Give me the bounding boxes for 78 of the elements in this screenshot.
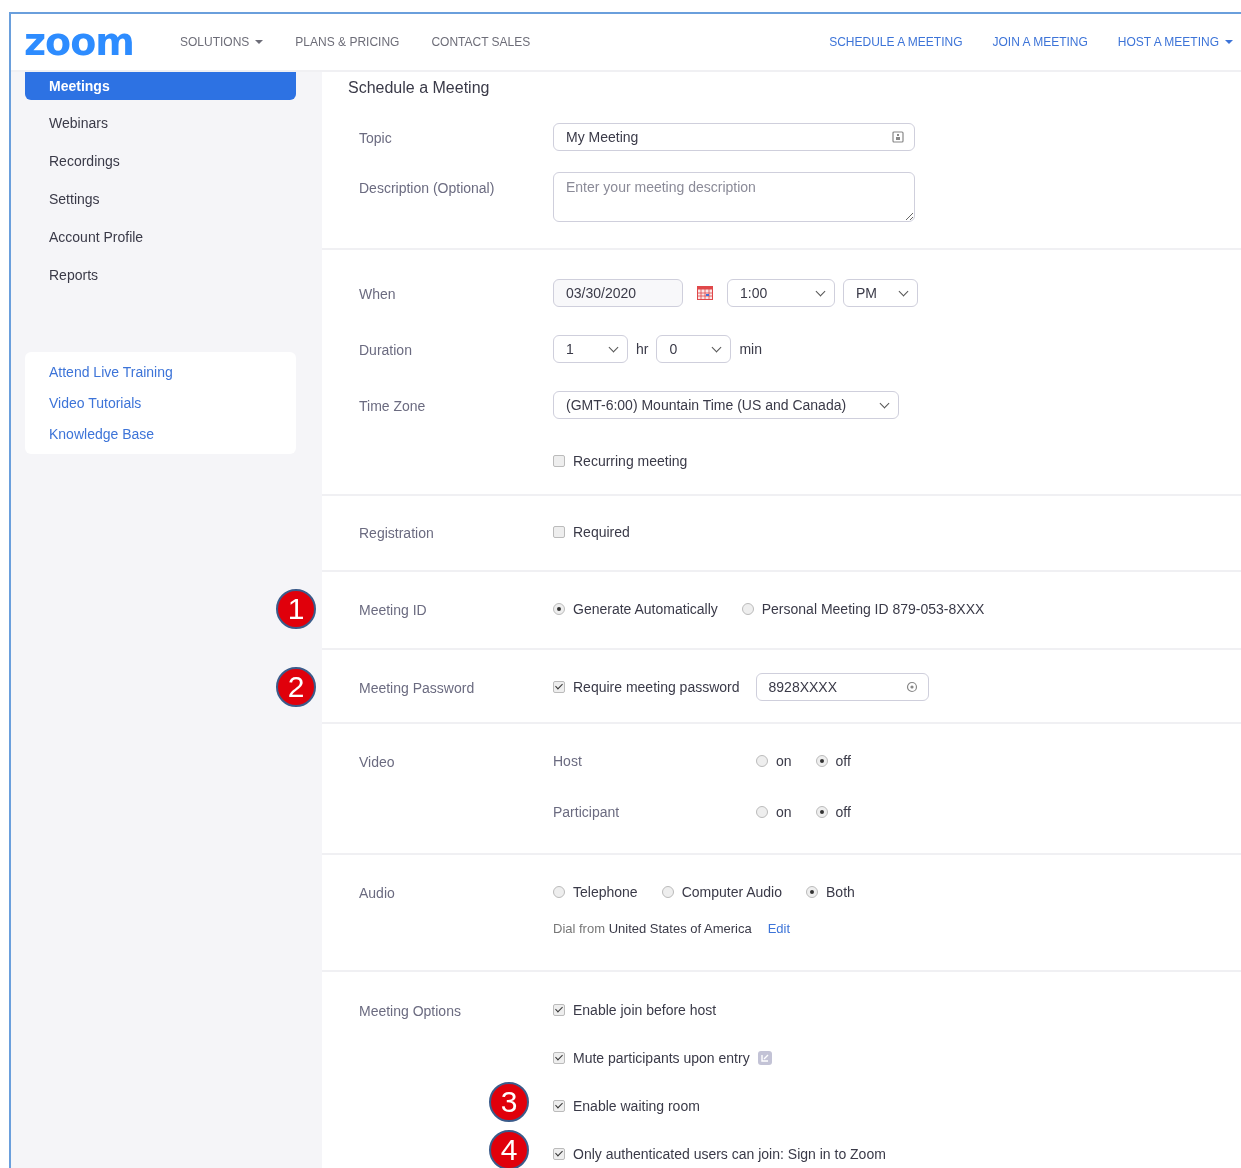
field-label: When xyxy=(359,286,396,302)
checkbox-label: Enable waiting room xyxy=(573,1098,700,1114)
help-link[interactable]: Attend Live Training xyxy=(49,364,272,380)
time-zone-select[interactable]: (GMT-6:00) Mountain Time (US and Canada) xyxy=(553,391,899,419)
radio-button[interactable] xyxy=(756,755,768,767)
topic-field[interactable]: My Meeting xyxy=(553,123,915,151)
checkbox-label: Require meeting password xyxy=(573,679,740,695)
number-badge: 3 xyxy=(489,1082,529,1122)
edit-link[interactable]: Edit xyxy=(767,920,791,936)
radio-button[interactable] xyxy=(815,755,828,767)
checkbox-label: Mute participants upon entry xyxy=(573,1050,750,1066)
field-label: Meeting ID xyxy=(359,602,427,618)
page-title: Schedule a Meeting xyxy=(347,78,491,98)
radio-label: on xyxy=(776,804,792,820)
password-field[interactable]: 8928XXXX xyxy=(755,673,929,701)
field-label: Time Zone xyxy=(359,398,426,414)
description-field[interactable]: Enter your meeting description xyxy=(553,172,915,222)
ampm-select[interactable]: PM xyxy=(843,279,918,307)
sidebar-item[interactable]: Recordings xyxy=(25,142,296,180)
radio-button[interactable] xyxy=(815,806,828,818)
checkbox[interactable] xyxy=(553,681,565,693)
radio-label: Computer Audio xyxy=(681,884,783,900)
field-label: Meeting Password xyxy=(359,680,475,696)
field-label: Topic xyxy=(359,130,392,146)
nav-link[interactable]: CONTACT SALES xyxy=(431,35,531,49)
calendar-icon[interactable] xyxy=(697,286,713,300)
sidebar-item[interactable]: Webinars xyxy=(25,104,296,142)
radio-button[interactable] xyxy=(553,603,565,615)
field-label: Audio xyxy=(359,885,395,901)
nav-link[interactable]: SCHEDULE A MEETING xyxy=(829,35,963,49)
nav-link[interactable]: PLANS & PRICING xyxy=(295,35,400,49)
hours-select[interactable]: 1 xyxy=(553,335,628,363)
dial-in-note: Dial from United States of America xyxy=(553,920,752,936)
radio-label: Telephone xyxy=(573,884,638,900)
radio-label: off xyxy=(835,753,851,769)
radio-button[interactable] xyxy=(806,886,819,898)
checkbox-label: Recurring meeting xyxy=(573,453,688,469)
nav-link[interactable]: HOST A MEETING xyxy=(1117,35,1233,49)
help-link[interactable]: Video Tutorials xyxy=(49,395,272,411)
checkbox[interactable] xyxy=(553,1052,565,1064)
field-label: Participant xyxy=(553,804,620,820)
help-link[interactable]: Knowledge Base xyxy=(49,426,272,442)
radio-label: on xyxy=(776,753,792,769)
unit-label: hr xyxy=(636,341,649,357)
radio-label: Generate Automatically xyxy=(573,601,718,617)
minutes-select[interactable]: 0 xyxy=(656,335,732,363)
sidebar-item[interactable]: Meetings xyxy=(25,72,296,100)
checkbox-label: Enable join before host xyxy=(573,1002,717,1018)
contact-card-icon xyxy=(892,131,904,143)
checkbox-label: Only authenticated users can join: Sign in to Zoom xyxy=(573,1146,886,1162)
date-field[interactable]: 03/30/2020 xyxy=(553,279,683,307)
radio-button[interactable] xyxy=(741,603,754,615)
field-label: Video xyxy=(359,754,395,770)
nav-link[interactable]: SOLUTIONS xyxy=(180,35,264,49)
checkbox[interactable] xyxy=(553,455,565,467)
radio-button[interactable] xyxy=(756,806,768,818)
sidebar-item[interactable]: Reports xyxy=(25,256,296,294)
radio-label: Personal Meeting ID 879-053-8XXX xyxy=(761,601,985,617)
checkbox[interactable] xyxy=(553,1148,565,1160)
field-label: Meeting Options xyxy=(359,1003,461,1019)
radio-label: off xyxy=(835,804,851,820)
radio-button[interactable] xyxy=(553,886,565,898)
number-badge: 4 xyxy=(489,1130,529,1168)
checkbox[interactable] xyxy=(553,1004,565,1016)
checkbox[interactable] xyxy=(553,1100,565,1112)
time-select[interactable]: 1:00 xyxy=(727,279,835,307)
field-label: Host xyxy=(553,753,582,769)
radio-button[interactable] xyxy=(661,886,674,898)
sidebar-item[interactable]: Settings xyxy=(25,180,296,218)
field-label: Duration xyxy=(359,342,412,358)
radio-label: Both xyxy=(826,884,855,900)
unit-label: min xyxy=(739,341,762,357)
checkbox-label: Required xyxy=(573,524,630,540)
sidebar-item[interactable]: Account Profile xyxy=(25,218,296,256)
nav-link[interactable]: JOIN A MEETING xyxy=(992,35,1088,49)
field-label: Registration xyxy=(359,525,434,541)
field-label: Description (Optional) xyxy=(359,180,495,196)
checkbox[interactable] xyxy=(553,526,565,538)
